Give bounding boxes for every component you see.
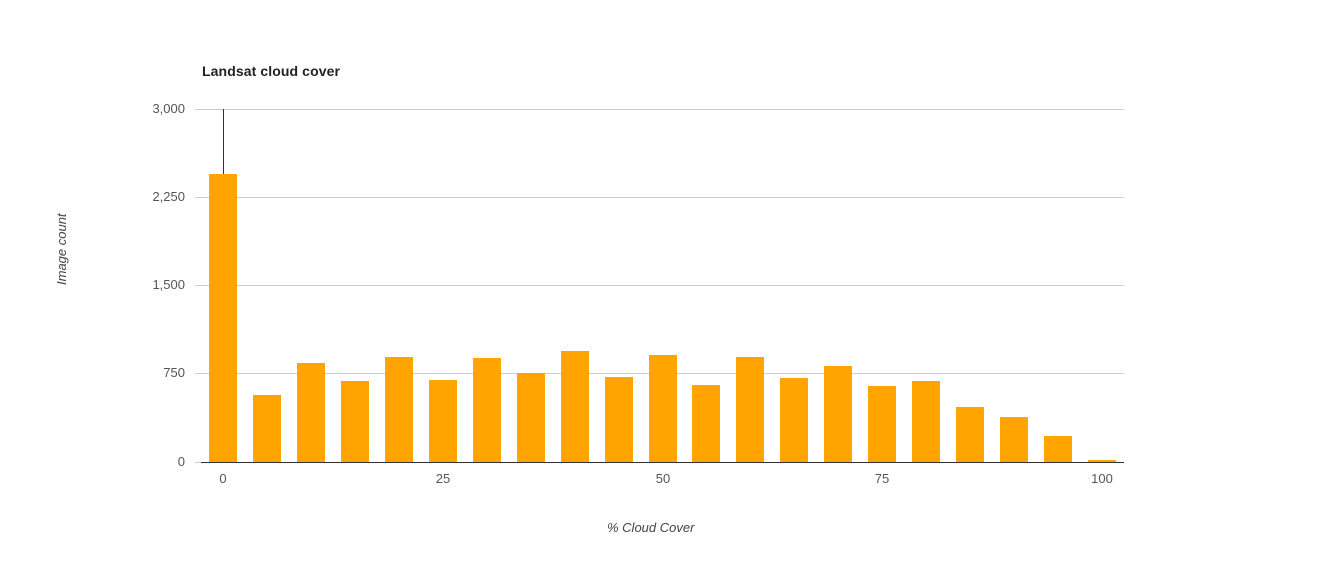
ytick-label-3000: 3,000 xyxy=(152,101,185,116)
ytick-label-1500: 1,500 xyxy=(152,277,185,292)
bar-85[interactable] xyxy=(956,407,984,462)
bar-25[interactable] xyxy=(429,380,457,462)
bar-70[interactable] xyxy=(824,366,852,462)
bar-0[interactable] xyxy=(209,174,237,462)
chart-container: Landsat cloud cover 3,000 2,250 1,500 75… xyxy=(0,0,1326,572)
ytick-label-0: 0 xyxy=(177,454,185,469)
bar-65[interactable] xyxy=(780,378,808,462)
xtick-label-50: 50 xyxy=(655,471,671,486)
x-axis-line xyxy=(201,462,1124,463)
chart-title: Landsat cloud cover xyxy=(202,63,341,79)
ytick-label-750: 750 xyxy=(163,365,185,380)
bar-60[interactable] xyxy=(736,357,764,462)
xtick-label-100: 100 xyxy=(1091,471,1113,486)
bar-35[interactable] xyxy=(517,373,545,462)
xtick-label-25: 25 xyxy=(435,471,451,486)
bars-layer xyxy=(201,109,1124,462)
bar-90[interactable] xyxy=(1000,417,1028,462)
y-axis-title: Image count xyxy=(54,213,69,285)
bar-75[interactable] xyxy=(868,386,896,462)
bar-15[interactable] xyxy=(341,381,369,462)
xtick-label-0: 0 xyxy=(219,471,227,486)
ytick-label-2250: 2,250 xyxy=(152,189,185,204)
bar-30[interactable] xyxy=(473,358,501,462)
bar-20[interactable] xyxy=(385,357,413,462)
bar-5[interactable] xyxy=(253,395,281,462)
bar-10[interactable] xyxy=(297,363,325,462)
bar-40[interactable] xyxy=(561,351,589,462)
bar-55[interactable] xyxy=(692,385,720,462)
bar-50[interactable] xyxy=(649,355,677,462)
xtick-label-75: 75 xyxy=(874,471,890,486)
bar-45[interactable] xyxy=(605,377,633,462)
bar-80[interactable] xyxy=(912,381,940,462)
bar-95[interactable] xyxy=(1044,436,1072,462)
annotation-pointer-line xyxy=(223,109,224,174)
x-axis-title: % Cloud Cover xyxy=(607,520,695,535)
